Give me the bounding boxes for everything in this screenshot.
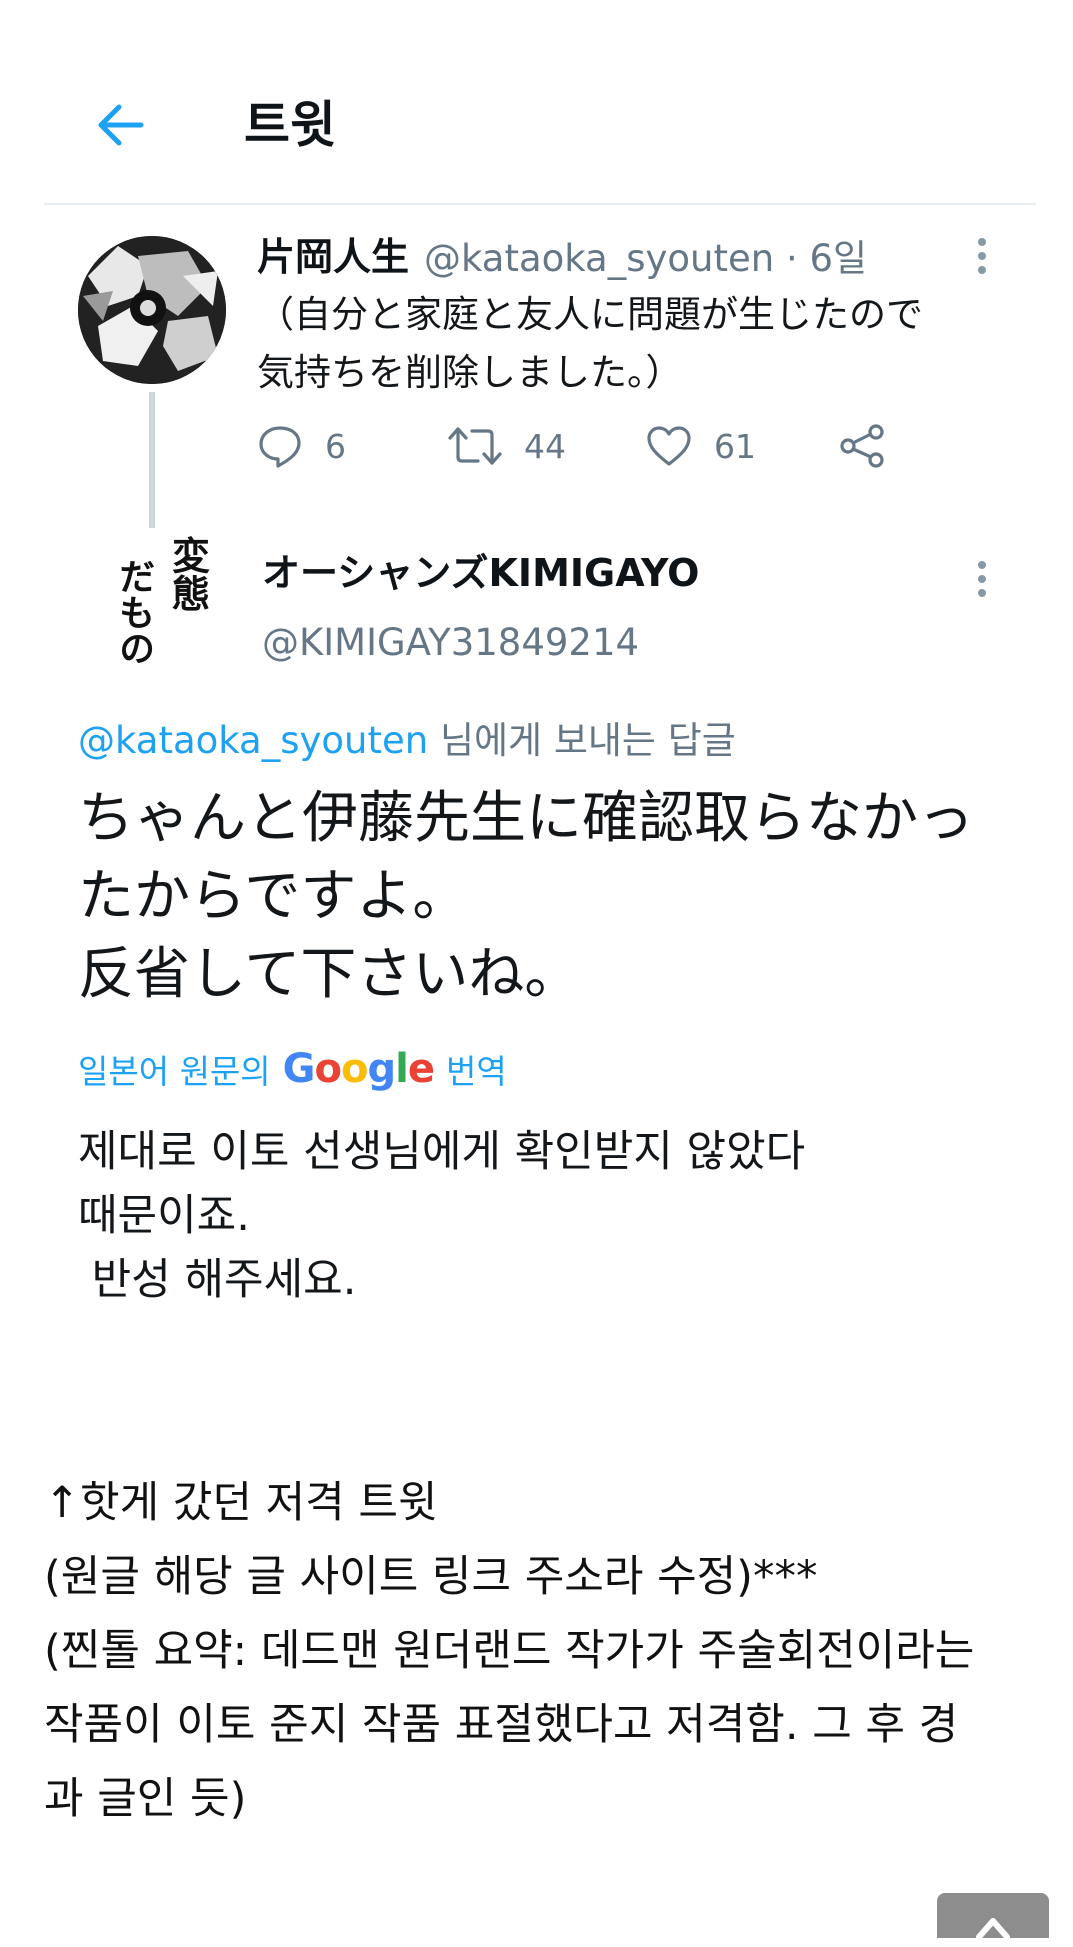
tweet-text-line: ちゃんと伊藤先生に確認取らなかっ <box>78 786 974 851</box>
more-options-button[interactable] <box>962 228 1002 284</box>
translated-line: 반성 해주세요. <box>78 1255 357 1305</box>
caption-line: 작품이 이토 준지 작품 표절했다고 저격함. 그 후 경 <box>44 1700 959 1750</box>
author-meta: @kataoka_syouten · 6일 <box>424 234 867 284</box>
tweet-text: （自分と家庭と友人に問題が生じたので 気持ちを削除しました。） <box>257 286 997 402</box>
tweet-text-line: （自分と家庭と友人に問題が生じたので <box>257 293 923 336</box>
post-caption: ↑핫게 갔던 저격 트윗 (원글 해당 글 사이트 링크 주소라 수정)*** … <box>44 1466 1054 1836</box>
heart-icon <box>647 426 691 466</box>
arrow-left-icon <box>98 104 144 146</box>
thread-connector <box>149 392 155 528</box>
author-name[interactable]: オーシャンズKIMIGAYO <box>262 548 699 598</box>
translate-suffix: 번역 <box>445 1052 507 1091</box>
caption-line: (원글 해당 글 사이트 링크 주소라 수정)*** <box>44 1552 818 1602</box>
tweet-time: · 6일 <box>785 237 868 280</box>
tweet-text: ちゃんと伊藤先生に確認取らなかっ たからですよ。 反省して下さいね。 <box>78 780 1038 1014</box>
reply-button[interactable]: 6 <box>257 418 346 474</box>
author-name[interactable]: 片岡人生 <box>257 232 409 282</box>
retweet-button[interactable]: 44 <box>448 418 566 474</box>
google-logo: Google <box>282 1046 435 1092</box>
avatar-text: だもの <box>113 558 155 666</box>
avatar-image <box>78 236 226 384</box>
caption-line: (찐톨 요약: 데드맨 원더랜드 작가가 주술회전이라는 <box>44 1626 975 1676</box>
author-handle[interactable]: @KIMIGAY31849214 <box>262 618 639 668</box>
author-handle[interactable]: @kataoka_syouten <box>424 237 774 280</box>
top-bar: 트윗 <box>0 0 1073 205</box>
avatar-image: 変態 だもの <box>100 528 211 678</box>
caption-line: 과 글인 듯) <box>44 1774 247 1824</box>
retweet-count: 44 <box>524 426 566 466</box>
retweet-icon <box>448 427 502 465</box>
page-title: 트윗 <box>244 96 336 154</box>
caption-line: ↑핫게 갔던 저격 트윗 <box>44 1478 438 1528</box>
reply-mention-link[interactable]: @kataoka_syouten <box>78 719 428 762</box>
translated-line: 제대로 이토 선생님에게 확인받지 않았다 <box>78 1127 806 1177</box>
like-count: 61 <box>714 426 756 466</box>
tweet-text-line: たからですよ。 <box>78 864 469 929</box>
replying-to: @kataoka_syouten 님에게 보내는 답글 <box>78 716 736 766</box>
translated-text: 제대로 이토 선생님에게 확인받지 않았다 때문이죠. 반성 해주세요. <box>78 1120 1038 1312</box>
translate-label: 일본어 원문의 <box>78 1052 271 1091</box>
chevron-up-icon <box>976 1918 1010 1940</box>
replying-to-label: 님에게 보내는 답글 <box>428 719 736 762</box>
like-button[interactable]: 61 <box>646 418 756 474</box>
avatar[interactable] <box>78 236 226 384</box>
tweet-text-line: 反省して下さいね。 <box>78 942 581 1007</box>
translated-line: 때문이죠. <box>78 1191 250 1241</box>
back-button[interactable] <box>92 96 150 154</box>
header-divider <box>44 203 1036 205</box>
more-options-button[interactable] <box>962 551 1002 607</box>
reply-count: 6 <box>325 426 346 466</box>
tweet-text-line: 気持ちを削除しました。） <box>257 351 683 394</box>
avatar[interactable]: 変態 だもの <box>100 528 211 678</box>
scroll-to-top-button[interactable] <box>937 1893 1049 1940</box>
share-button[interactable] <box>838 418 886 474</box>
avatar-text: 変態 <box>166 535 211 612</box>
translate-link[interactable]: 일본어 원문의 Google 번역 <box>78 1044 507 1094</box>
reply-icon <box>259 426 301 468</box>
share-icon <box>840 424 884 468</box>
